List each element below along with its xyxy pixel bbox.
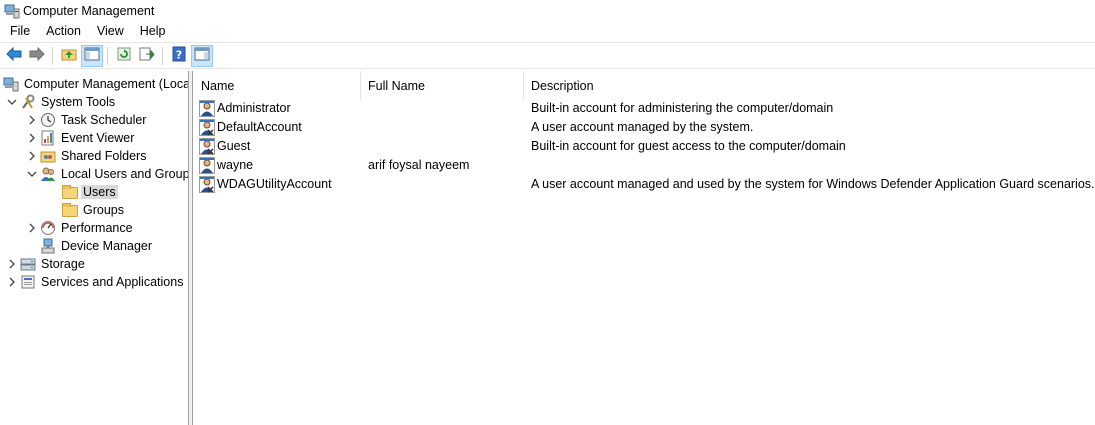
tree-label: System Tools [41,95,116,109]
forward-arrow-icon [29,46,45,64]
back-arrow-icon [6,46,22,64]
users-list: Name Full Name Description Administrator… [194,71,1095,425]
user-account-icon [199,138,215,155]
toolbar-separator [107,46,108,65]
folder-icon [62,202,78,218]
event-viewer-icon [40,130,56,146]
chevron-down-icon[interactable] [26,168,38,180]
tree-label: Storage [41,257,85,271]
column-header-description[interactable]: Description [524,71,1095,100]
column-header-full-name[interactable]: Full Name [361,71,524,100]
tree-item-shared-folders[interactable]: Shared Folders [26,147,148,165]
export-list-icon [139,47,155,64]
user-name: DefaultAccount [217,120,302,134]
user-account-icon [199,100,215,117]
tree-label: Event Viewer [61,131,135,145]
computer-management-icon [3,76,19,92]
back-button[interactable] [3,45,25,67]
user-name: Administrator [217,101,291,115]
user-account-icon [199,157,215,174]
tree-item-users[interactable]: Users [60,183,118,201]
tree-label: Services and Applications [41,275,184,289]
device-manager-icon [40,238,56,254]
services-applications-icon [20,274,36,290]
user-description: A user account managed by the system. [531,120,754,134]
toolbar-separator [52,46,53,65]
menu-bar: File Action View Help [0,21,1095,42]
tree-label: Computer Management (Local [24,77,189,91]
tree-item-groups[interactable]: Groups [60,201,126,219]
export-list-button[interactable] [136,45,158,67]
table-row[interactable]: WDAGUtilityAccount A user account manage… [194,175,1095,194]
table-row[interactable]: Guest Built-in account for guest access … [194,137,1095,156]
menu-action[interactable]: Action [38,21,89,42]
user-account-icon [199,176,215,193]
user-description: Built-in account for guest access to the… [531,139,846,153]
up-one-level-button[interactable] [58,45,80,67]
user-description: A user account managed and used by the s… [531,177,1095,191]
folder-icon [62,184,78,200]
table-row[interactable]: wayne arif foysal nayeem [194,156,1095,175]
chevron-right-icon[interactable] [26,222,38,234]
column-header-name[interactable]: Name [194,71,361,100]
performance-icon [40,220,56,236]
user-full-name: arif foysal nayeem [368,158,470,172]
clock-icon [40,112,56,128]
tree-item-computer-management[interactable]: Computer Management (Local [3,75,189,93]
show-hide-console-tree-icon [84,47,100,64]
users-group-icon [40,166,56,182]
tree-item-local-users-and-groups[interactable]: Local Users and Groups [26,165,189,183]
tree-item-services-and-applications[interactable]: Services and Applications [6,273,185,291]
help-button[interactable]: ? [168,45,190,67]
chevron-right-icon[interactable] [26,150,38,162]
system-tools-icon [20,94,36,110]
menu-view[interactable]: View [89,21,132,42]
storage-icon [20,256,36,272]
chevron-down-icon[interactable] [6,96,18,108]
menu-file[interactable]: File [0,21,38,42]
chevron-right-icon[interactable] [6,276,18,288]
computer-management-icon [4,3,20,19]
tree-item-task-scheduler[interactable]: Task Scheduler [26,111,148,129]
shared-folder-icon [40,148,56,164]
tree-item-performance[interactable]: Performance [26,219,135,237]
forward-button[interactable] [26,45,48,67]
user-name: Guest [217,139,251,153]
user-name: WDAGUtilityAccount [217,177,332,191]
show-hide-action-pane-icon [194,47,210,64]
svg-text:?: ? [176,49,182,62]
chevron-right-icon[interactable] [6,258,18,270]
tree-item-event-viewer[interactable]: Event Viewer [26,129,136,147]
show-hide-action-pane-button[interactable] [191,44,213,67]
tree-item-storage[interactable]: Storage [6,255,87,273]
table-row[interactable]: DefaultAccount A user account managed by… [194,118,1095,137]
show-hide-console-tree-button[interactable] [81,44,103,67]
chevron-right-icon[interactable] [26,132,38,144]
refresh-button[interactable] [113,45,135,67]
console-tree: Computer Management (Local System Tools … [0,71,189,425]
tree-label: Task Scheduler [61,113,147,127]
help-icon: ? [171,46,187,65]
table-row[interactable]: Administrator Built-in account for admin… [194,99,1095,118]
tree-label: Device Manager [61,239,153,253]
window-title: Computer Management [23,3,155,18]
tree-label: Local Users and Groups [61,167,189,181]
tree-item-device-manager[interactable]: Device Manager [26,237,154,255]
user-account-icon [199,119,215,136]
tree-label: Performance [61,221,133,235]
menu-help[interactable]: Help [132,21,174,42]
up-folder-icon [61,47,77,64]
refresh-icon [116,47,132,64]
user-description: Built-in account for administering the c… [531,101,834,115]
tree-label: Shared Folders [61,149,147,163]
chevron-right-icon[interactable] [26,114,38,126]
tree-label: Users [81,185,118,199]
toolbar: ? [0,42,1095,69]
tree-label: Groups [83,203,124,217]
user-name: wayne [217,158,254,172]
pane-splitter[interactable] [189,71,193,425]
toolbar-separator [162,46,163,65]
title-bar: Computer Management [0,0,1095,21]
tree-item-system-tools[interactable]: System Tools [6,93,117,111]
